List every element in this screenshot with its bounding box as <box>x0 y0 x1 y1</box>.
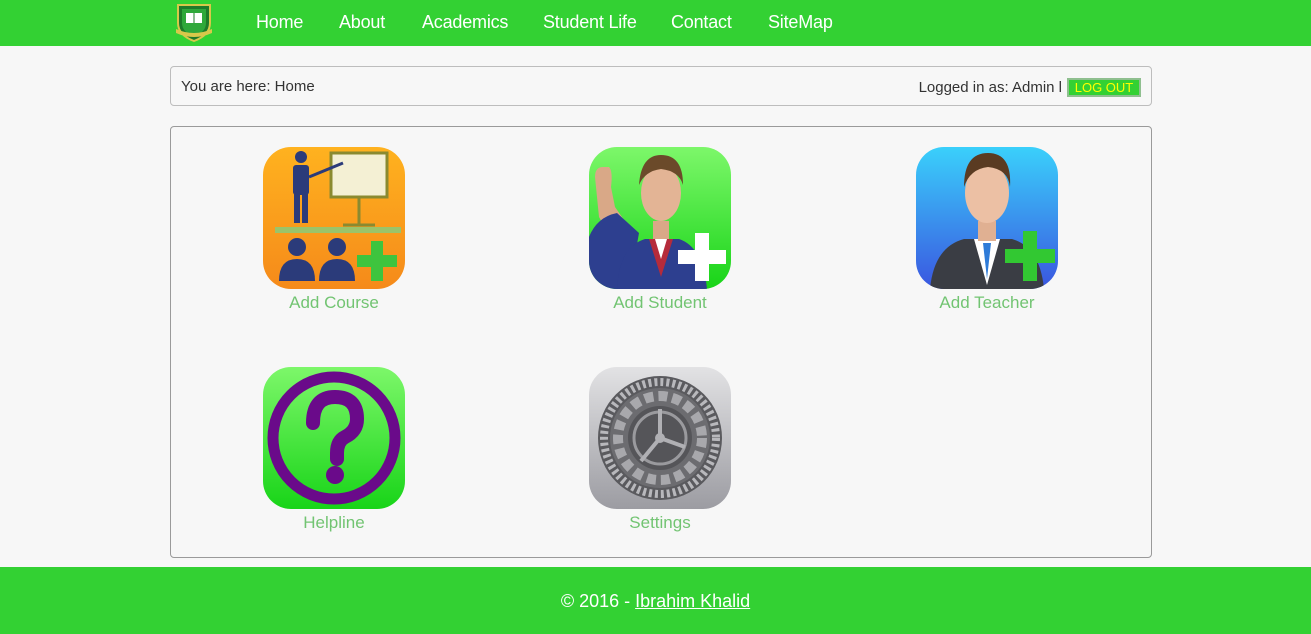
footer-copyright: © 2016 - <box>560 591 636 611</box>
add-course-label: Add Course <box>289 293 379 312</box>
settings-label: Settings <box>629 513 691 532</box>
add-course-icon <box>263 147 405 289</box>
helpline-tile[interactable]: Helpline <box>234 367 434 567</box>
add-teacher-tile[interactable]: Add Teacher <box>887 147 1087 347</box>
nav-sitemap[interactable]: SiteMap <box>768 12 833 33</box>
nav-about[interactable]: About <box>339 12 385 33</box>
nav-student-life[interactable]: Student Life <box>543 12 637 33</box>
nav-home[interactable]: Home <box>256 12 303 33</box>
settings-tile[interactable]: Settings <box>560 367 760 567</box>
top-navbar: Home About Academics Student Life Contac… <box>0 0 1311 46</box>
school-logo-icon[interactable] <box>172 1 216 43</box>
add-student-icon <box>589 147 731 289</box>
add-student-label: Add Student <box>613 293 707 312</box>
logout-button[interactable]: LOG OUT <box>1067 78 1141 97</box>
breadcrumb: You are here: Home Logged in as: Admin l… <box>170 66 1152 106</box>
helpline-label: Helpline <box>303 513 365 532</box>
dashboard-panel: Add Course Add Student Add Teacher Helpl… <box>170 126 1152 558</box>
helpline-icon <box>263 367 405 509</box>
add-teacher-icon <box>916 147 1058 289</box>
add-course-tile[interactable]: Add Course <box>234 147 434 347</box>
settings-icon <box>589 367 731 509</box>
footer-text: © 2016 - Ibrahim Khalid <box>0 591 1311 612</box>
nav-academics[interactable]: Academics <box>422 12 508 33</box>
logged-in-text: Logged in as: Admin l <box>918 79 1062 96</box>
nav-contact[interactable]: Contact <box>671 12 732 33</box>
breadcrumb-text: You are here: Home <box>181 78 315 95</box>
add-student-tile[interactable]: Add Student <box>560 147 760 347</box>
author-link[interactable]: Ibrahim Khalid <box>635 591 750 611</box>
add-teacher-label: Add Teacher <box>939 293 1035 312</box>
footer: © 2016 - Ibrahim Khalid <box>0 567 1311 634</box>
